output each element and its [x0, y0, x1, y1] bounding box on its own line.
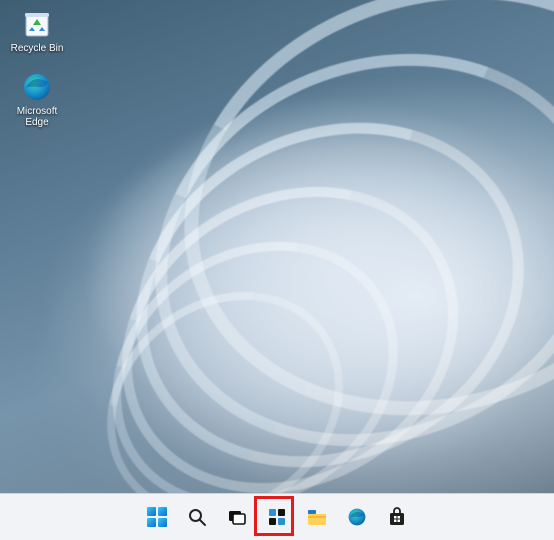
desktop-icon-label: Recycle Bin — [11, 43, 64, 54]
taskbar-start-button[interactable] — [142, 502, 172, 532]
edge-icon — [346, 506, 368, 528]
widgets-icon — [267, 507, 287, 527]
store-icon — [387, 507, 407, 527]
taskbar-file-explorer-button[interactable] — [302, 502, 332, 532]
edge-icon — [20, 70, 54, 104]
taskbar-widgets-button[interactable] — [262, 502, 292, 532]
taskbar-center-items — [142, 502, 412, 532]
task-view-icon — [227, 507, 247, 527]
taskbar — [0, 493, 554, 540]
desktop-icons: Recycle Bin Microsoft Edge — [6, 4, 68, 131]
desktop[interactable]: Recycle Bin Microsoft Edge — [0, 0, 554, 493]
taskbar-edge-button[interactable] — [342, 502, 372, 532]
taskbar-search-button[interactable] — [182, 502, 212, 532]
desktop-icon-microsoft-edge[interactable]: Microsoft Edge — [6, 67, 68, 131]
taskbar-task-view-button[interactable] — [222, 502, 252, 532]
start-icon — [146, 506, 168, 528]
taskbar-store-button[interactable] — [382, 502, 412, 532]
search-icon — [187, 507, 207, 527]
recycle-bin-icon — [20, 7, 54, 41]
wallpaper-bloom — [0, 0, 554, 493]
desktop-icon-label: Microsoft Edge — [7, 106, 67, 128]
file-explorer-icon — [306, 507, 328, 527]
desktop-icon-recycle-bin[interactable]: Recycle Bin — [6, 4, 68, 57]
